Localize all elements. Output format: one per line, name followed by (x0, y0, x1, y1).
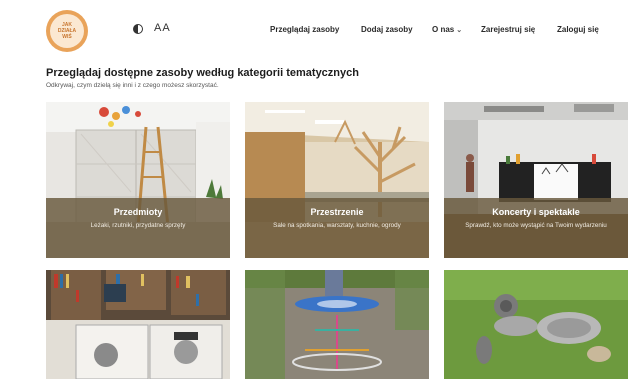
card-description: Leżaki, rzutniki, przydatne sprzęty (90, 222, 186, 229)
card-overlay: Przedmioty Leżaki, rzutniki, przydatne s… (46, 198, 230, 258)
category-card-concerts[interactable]: Koncerty i spektakle Sprawdź, kto może w… (444, 102, 628, 258)
card-image-library (46, 270, 230, 379)
contrast-toggle-icon[interactable] (133, 24, 143, 34)
card-image-garden (444, 270, 628, 379)
card-title: Przedmioty (113, 207, 163, 217)
nav-about-label: O nas (432, 25, 455, 34)
category-card-6[interactable] (444, 270, 628, 379)
chevron-down-icon: ⌄ (456, 27, 463, 34)
nav-register[interactable]: Zarejestruj się (481, 25, 535, 34)
card-overlay: Przestrzenie Sale na spotkania, warsztat… (245, 198, 429, 258)
page-title: Przeglądaj dostępne zasoby według katego… (46, 67, 359, 79)
card-title: Koncerty i spektakle (492, 207, 580, 217)
category-card-spaces[interactable]: Przestrzenie Sale na spotkania, warsztat… (245, 102, 429, 258)
card-title: Przestrzenie (310, 207, 364, 217)
logo[interactable]: JAK DZIAŁA WIŚ (46, 10, 88, 52)
font-size-toggle[interactable]: AA (154, 22, 171, 34)
page-subtitle: Odkrywaj, czym dzielą się inni i z czego… (46, 82, 219, 89)
logo-text: JAK DZIAŁA WIŚ (50, 14, 84, 48)
nav-add-resources[interactable]: Dodaj zasoby (361, 25, 413, 34)
nav-about-dropdown[interactable]: O nas ⌄ (432, 25, 462, 34)
nav-login[interactable]: Zaloguj się (557, 25, 599, 34)
card-image-outdoor (245, 270, 429, 379)
category-card-5[interactable] (245, 270, 429, 379)
card-description: Sale na spotkania, warsztaty, kuchnie, o… (273, 222, 401, 229)
category-card-items[interactable]: Przedmioty Leżaki, rzutniki, przydatne s… (46, 102, 230, 258)
card-overlay: Koncerty i spektakle Sprawdź, kto może w… (444, 198, 628, 258)
card-description: Sprawdź, kto może wystąpić na Twoim wyda… (465, 222, 607, 229)
category-card-4[interactable] (46, 270, 230, 379)
nav-browse-resources[interactable]: Przeglądaj zasoby (270, 25, 339, 34)
site-header: JAK DZIAŁA WIŚ AA Przeglądaj zasoby Doda… (0, 0, 628, 62)
